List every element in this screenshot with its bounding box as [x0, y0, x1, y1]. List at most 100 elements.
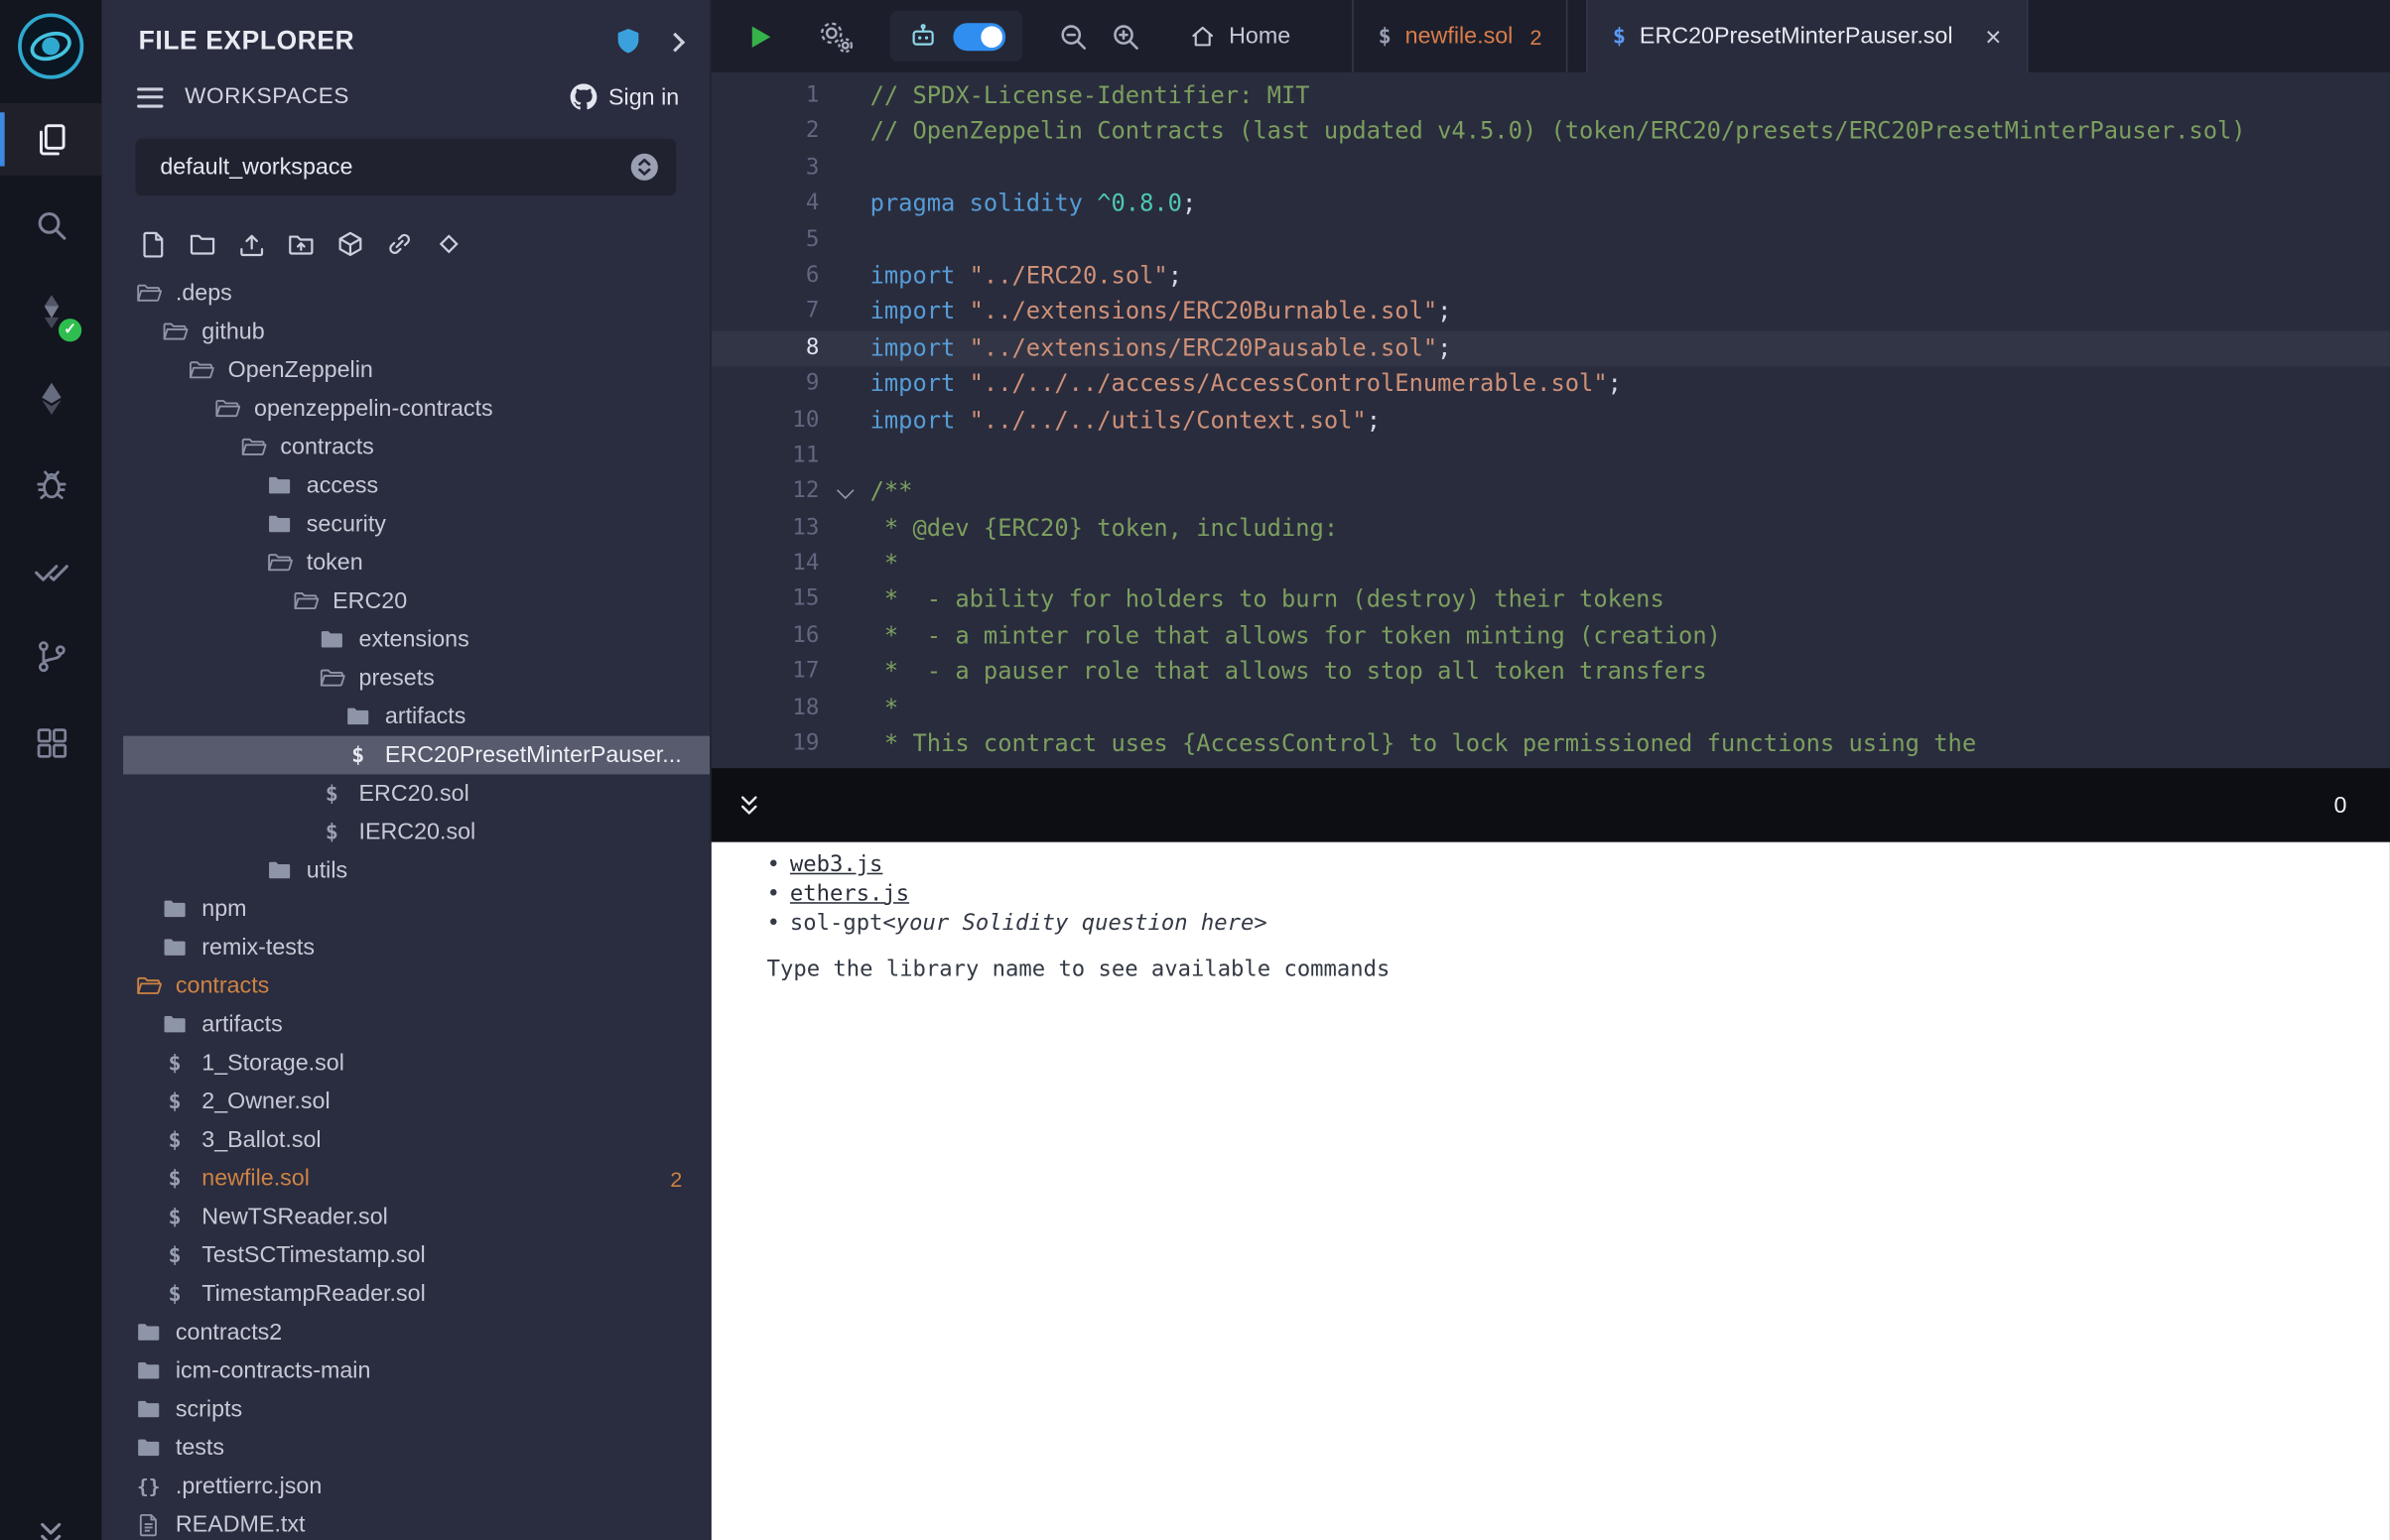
tree-item-security[interactable]: security	[123, 505, 710, 544]
new-folder-icon[interactable]	[188, 229, 216, 258]
zoom-out-button[interactable]	[1056, 19, 1090, 53]
bullet-icon: •	[767, 880, 790, 909]
code-line[interactable]: 13 * @dev {ERC20} token, including:	[712, 511, 2390, 547]
code-line[interactable]: 4pragma solidity ^0.8.0;	[712, 187, 2390, 222]
tree-item-label: token	[307, 550, 363, 576]
ai-copilot-toggle[interactable]	[890, 11, 1022, 62]
tree-item-readme-txt[interactable]: README.txt	[123, 1505, 710, 1540]
collapse-sidebar-icon[interactable]	[0, 1519, 101, 1540]
cube-icon[interactable]	[335, 229, 364, 258]
sidebar-item-plugin-manager[interactable]	[0, 706, 101, 779]
tree-item-token[interactable]: token	[123, 544, 710, 582]
code-line[interactable]: 19 * This contract uses {AccessControl} …	[712, 726, 2390, 762]
run-script-button[interactable]	[742, 19, 776, 53]
remix-logo[interactable]	[16, 11, 86, 81]
tree-item-contracts[interactable]: contracts	[123, 428, 710, 466]
code-line-text: * - a minter role that allows for token …	[870, 618, 2390, 654]
menu-icon[interactable]	[137, 87, 163, 107]
new-file-icon[interactable]	[139, 229, 168, 258]
code-line[interactable]: 2// OpenZeppelin Contracts (last updated…	[712, 114, 2390, 150]
sidebar-item-deploy-run[interactable]	[0, 362, 101, 435]
tree-item-timestampreader-sol[interactable]: $TimestampReader.sol	[123, 1275, 710, 1314]
terminal-output[interactable]: •web3.js•ethers.js•sol-gpt <your Solidit…	[712, 842, 2390, 1540]
workspace-select[interactable]: default_workspace	[136, 139, 677, 195]
sidebar-item-file-explorer[interactable]	[0, 103, 101, 176]
code-line[interactable]: 18 *	[712, 691, 2390, 726]
sidebar-item-git[interactable]	[0, 620, 101, 693]
code-line[interactable]: 5	[712, 222, 2390, 258]
sign-in-button[interactable]: Sign in	[570, 83, 679, 111]
terminal-link[interactable]: ethers.js	[790, 880, 909, 909]
toggle-on-icon[interactable]	[953, 22, 1005, 50]
tree-item-prettierrc-json[interactable]: {}.prettierrc.json	[123, 1468, 710, 1506]
tree-item-npm[interactable]: npm	[123, 890, 710, 929]
code-line[interactable]: 6import "../ERC20.sol";	[712, 259, 2390, 295]
sidebar-item-debugger[interactable]	[0, 448, 101, 520]
fold-gutter	[819, 582, 869, 618]
tree-item-openzeppelin[interactable]: OpenZeppelin	[123, 351, 710, 390]
zoom-in-button[interactable]	[1109, 19, 1142, 53]
tree-item-deps[interactable]: .deps	[123, 274, 710, 313]
settings-gears-icon[interactable]	[816, 16, 856, 56]
tree-item-artifacts[interactable]: artifacts	[123, 1005, 710, 1044]
code-line[interactable]: 11	[712, 439, 2390, 474]
tree-item-tests[interactable]: tests	[123, 1429, 710, 1468]
code-line[interactable]: 14 *	[712, 547, 2390, 582]
expand-terminal-icon[interactable]	[736, 792, 762, 818]
tree-item-newfile-sol[interactable]: $newfile.sol2	[123, 1159, 710, 1198]
terminal-link[interactable]: web3.js	[790, 851, 883, 880]
tree-item-presets[interactable]: presets	[123, 659, 710, 698]
code-editor[interactable]: 1// SPDX-License-Identifier: MIT2// Open…	[712, 72, 2390, 768]
tree-item-label: contracts	[280, 435, 373, 460]
code-line[interactable]: 10import "../../../utils/Context.sol";	[712, 403, 2390, 439]
link-icon[interactable]	[385, 229, 414, 258]
code-line[interactable]: 8import "../extensions/ERC20Pausable.sol…	[712, 330, 2390, 366]
tree-item-access[interactable]: access	[123, 466, 710, 505]
tab-newfile-sol[interactable]: $ newfile.sol 2	[1352, 0, 1568, 72]
tree-item-contracts[interactable]: contracts	[123, 966, 710, 1005]
tree-item-utils[interactable]: utils	[123, 851, 710, 890]
code-line[interactable]: 3	[712, 151, 2390, 187]
code-line[interactable]: 15 * - ability for holders to burn (dest…	[712, 582, 2390, 618]
sidebar-item-search[interactable]	[0, 190, 101, 262]
upload-file-icon[interactable]	[237, 229, 266, 258]
terminal-command-prefix: sol-gpt	[790, 909, 883, 938]
tree-item-testsctimestamp-sol[interactable]: $TestSCTimestamp.sol	[123, 1236, 710, 1275]
icon-sidebar: ✓	[0, 0, 101, 1540]
chevron-right-icon[interactable]	[665, 32, 685, 52]
code-line-text: * - a pauser role that allows to stop al…	[870, 655, 2390, 691]
tree-item-erc20presetminterpauser[interactable]: $ERC20PresetMinterPauser...	[123, 736, 710, 775]
tree-item-erc20[interactable]: ERC20	[123, 581, 710, 620]
fold-chevron-icon[interactable]	[819, 474, 869, 510]
line-number: 12	[712, 474, 820, 510]
tree-item-newtsreader-sol[interactable]: $NewTSReader.sol	[123, 1198, 710, 1236]
close-tab-icon[interactable]: ×	[1985, 22, 2001, 50]
sidebar-item-unit-testing[interactable]	[0, 534, 101, 606]
code-line[interactable]: 7import "../extensions/ERC20Burnable.sol…	[712, 295, 2390, 330]
tree-item-3-ballot-sol[interactable]: $3_Ballot.sol	[123, 1120, 710, 1159]
line-number: 9	[712, 366, 820, 402]
fold-gutter	[819, 439, 869, 474]
code-line[interactable]: 1// SPDX-License-Identifier: MIT	[712, 78, 2390, 114]
tree-item-2-owner-sol[interactable]: $2_Owner.sol	[123, 1083, 710, 1121]
code-line[interactable]: 17 * - a pauser role that allows to stop…	[712, 655, 2390, 691]
code-line[interactable]: 12/**	[712, 474, 2390, 510]
tree-item-contracts2[interactable]: contracts2	[123, 1313, 710, 1351]
tree-item-icm-contracts-main[interactable]: icm-contracts-main	[123, 1351, 710, 1390]
sidebar-item-solidity-compiler[interactable]: ✓	[0, 276, 101, 348]
tab-erc20-preset-minter-pauser-sol[interactable]: $ ERC20PresetMinterPauser.sol ×	[1587, 0, 2028, 72]
diamond-icon[interactable]	[435, 229, 464, 258]
upload-folder-icon[interactable]	[287, 229, 316, 258]
tree-item-openzeppelin-contracts[interactable]: openzeppelin-contracts	[123, 390, 710, 429]
tree-item-scripts[interactable]: scripts	[123, 1390, 710, 1429]
tree-item-erc20-sol[interactable]: $ERC20.sol	[123, 774, 710, 813]
tree-item-artifacts[interactable]: artifacts	[123, 698, 710, 736]
tree-item-ierc20-sol[interactable]: $IERC20.sol	[123, 813, 710, 851]
code-line[interactable]: 16 * - a minter role that allows for tok…	[712, 618, 2390, 654]
tab-home[interactable]: Home	[1179, 0, 1299, 72]
code-line[interactable]: 9import "../../../access/AccessControlEn…	[712, 366, 2390, 402]
tree-item-github[interactable]: github	[123, 313, 710, 351]
tree-item-1-storage-sol[interactable]: $1_Storage.sol	[123, 1044, 710, 1083]
tree-item-extensions[interactable]: extensions	[123, 620, 710, 659]
tree-item-remix-tests[interactable]: remix-tests	[123, 929, 710, 967]
